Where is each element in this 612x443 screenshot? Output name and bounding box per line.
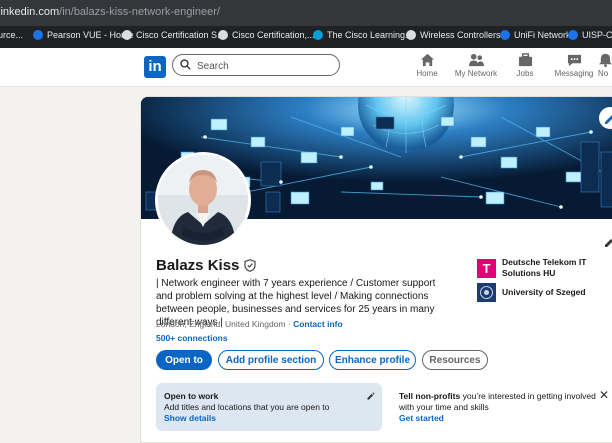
nonprofits-card: Tell non-profits you’re interested in ge…: [391, 383, 612, 431]
open-to-button[interactable]: Open to: [156, 350, 212, 370]
search-input[interactable]: [195, 57, 339, 75]
university-seal-icon: [477, 283, 496, 302]
unifi-favicon-icon: [500, 30, 510, 40]
linkedin-logo[interactable]: in: [144, 56, 166, 78]
profile-card: Balazs Kiss | Network engineer with 7 ye…: [140, 96, 612, 443]
open-to-work-description: Add titles and locations that you are op…: [164, 402, 330, 412]
name-row: Balazs Kiss: [156, 257, 257, 274]
bookmark-cisco-cert-s[interactable]: Cisco Certification S...: [122, 30, 225, 40]
cisco-favicon-icon: [122, 30, 132, 40]
nav-messaging[interactable]: Messaging: [549, 53, 599, 78]
profile-name: Balazs Kiss: [156, 257, 240, 274]
nav-my-network[interactable]: My Network: [451, 53, 501, 78]
company-name: Deutsche Telekom IT Solutions HU: [502, 257, 587, 278]
bookmark-0[interactable]: urce...: [0, 30, 23, 40]
home-icon: [420, 53, 434, 67]
browser-address-bar[interactable]: linkedin.com/in/balazs-kiss-network-engi…: [0, 0, 612, 26]
wireless-favicon-icon: [406, 30, 416, 40]
message-icon: [567, 54, 581, 67]
location-row: London, England, United Kingdom · Contac…: [156, 319, 343, 329]
pencil-icon[interactable]: [366, 391, 376, 401]
cisco-favicon-icon: [313, 30, 323, 40]
search-box[interactable]: [172, 54, 340, 76]
bookmarks-bar: urce... Pearson VUE - Home Cisco Certifi…: [0, 26, 612, 49]
resources-button[interactable]: Resources: [422, 350, 488, 370]
briefcase-icon: [518, 53, 532, 67]
nav-jobs[interactable]: Jobs: [500, 53, 550, 78]
show-details-link[interactable]: Show details: [164, 413, 216, 424]
nav-notifications[interactable]: No: [598, 53, 612, 78]
company-deutsche-telekom[interactable]: T Deutsche Telekom IT Solutions HU: [477, 257, 592, 279]
nonprofits-title: Tell non-profits: [399, 391, 461, 401]
bell-icon: [598, 53, 612, 67]
bookmark-unifi[interactable]: UniFi Network: [500, 30, 571, 40]
pearson-favicon-icon: [33, 30, 43, 40]
bookmark-pearson-vue[interactable]: Pearson VUE - Home: [33, 30, 134, 40]
location-separator: ·: [287, 319, 291, 329]
bookmark-cisco-learning[interactable]: The Cisco Learning...: [313, 30, 413, 40]
telekom-logo-icon: T: [477, 258, 496, 278]
edit-intro-button[interactable]: [603, 235, 612, 254]
nonprofits-text: Tell non-profits you’re interested in ge…: [399, 391, 604, 413]
company-name: University of Szeged: [502, 287, 586, 297]
nav-home[interactable]: Home: [402, 53, 452, 78]
add-profile-section-button[interactable]: Add profile section: [218, 350, 324, 370]
search-icon: [180, 59, 191, 70]
url-host: linkedin.com: [0, 6, 60, 18]
open-to-work-card: Open to work Add titles and locations th…: [156, 383, 382, 431]
url-path: /in/balazs-kiss-network-engineer/: [59, 6, 220, 18]
people-icon: [468, 53, 484, 67]
pencil-icon: [605, 239, 612, 247]
avatar: [158, 155, 248, 245]
connections-link[interactable]: 500+ connections: [156, 333, 228, 343]
verified-shield-icon[interactable]: [244, 259, 257, 272]
bookmark-cisco-cert[interactable]: Cisco Certification,...: [218, 30, 315, 40]
profile-location: London, England, United Kingdom: [156, 319, 286, 329]
linkedin-nav: in Home My Network Jobs Messaging No: [0, 48, 612, 87]
company-university-of-szeged[interactable]: University of Szeged: [477, 283, 586, 302]
profile-photo[interactable]: [155, 152, 251, 248]
cisco-favicon-icon: [218, 30, 228, 40]
url-text[interactable]: linkedin.com/in/balazs-kiss-network-engi…: [0, 6, 220, 18]
enhance-profile-button[interactable]: Enhance profile: [329, 350, 416, 370]
edit-banner-button[interactable]: [599, 107, 612, 129]
contact-info-link[interactable]: Contact info: [293, 319, 343, 329]
open-to-work-title: Open to work: [164, 391, 219, 401]
bookmark-uisp[interactable]: UISP-Con: [568, 30, 612, 40]
close-icon[interactable]: ✕: [599, 389, 609, 401]
get-started-link[interactable]: Get started: [399, 413, 444, 424]
uisp-favicon-icon: [568, 30, 578, 40]
bookmark-wireless[interactable]: Wireless Controllers...: [406, 30, 508, 40]
pencil-icon: [605, 115, 612, 124]
